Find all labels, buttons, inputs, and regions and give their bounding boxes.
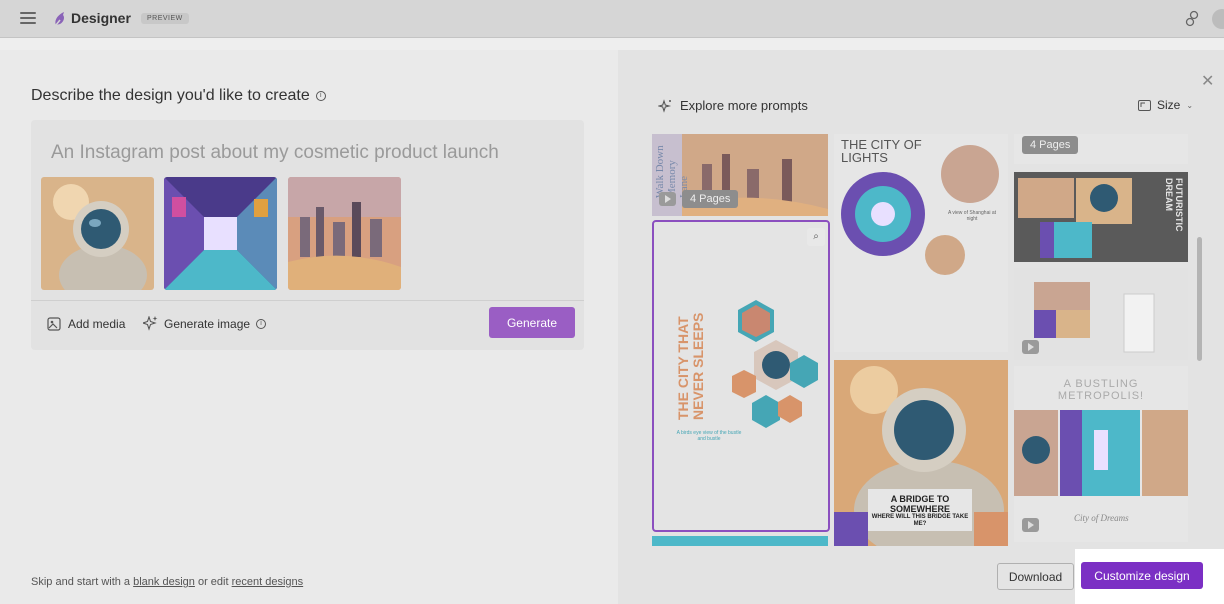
templates-panel: ✕ Explore more prompts Size ⌄ Walk Down … [618,50,1224,604]
customize-highlight: Customize design [1075,549,1224,604]
hexagon-collage-image [732,300,818,428]
template-card-city-of-lights[interactable]: THE CITY OF LIGHTS A view of Shanghai at… [834,134,1008,352]
blank-design-link[interactable]: blank design [133,576,195,588]
scrollbar-thumb[interactable] [1197,237,1202,361]
skip-middle: or edit [197,576,229,588]
size-dropdown[interactable]: Size ⌄ [1138,98,1193,112]
metropolis-collage-image [1014,410,1188,496]
pages-badge: 4 Pages [1022,136,1079,154]
prompt-input[interactable]: An Instagram post about my cosmetic prod… [51,142,499,164]
add-media-button[interactable]: Add media [47,316,125,331]
app-name: Designer [71,10,131,26]
template-card-bustling-metropolis[interactable]: A BUSTLING METROPOLIS! City of Dreams [1014,366,1188,542]
designer-logo-icon [55,12,64,26]
video-icon [1022,340,1039,354]
generate-image-label: Generate image [164,316,251,331]
template-card-pages[interactable]: 4 Pages [1014,134,1188,164]
astronaut-image [41,177,154,290]
image-thumbnail-neon-corridor[interactable] [164,177,277,290]
page-title: Describe the design you'd like to create… [31,87,326,105]
sparkle-icon [143,316,158,331]
city-of-lights-image [841,145,999,275]
bridge-title: A BRIDGE TO SOMEWHERE [889,494,950,514]
city-of-lights-caption: A view of Shanghai at night [947,210,997,222]
template-card-gallery-room[interactable] [1014,268,1188,360]
city-never-sleeps-caption: A birds eye view of the bustle and bustl… [676,430,742,442]
add-media-label: Add media [68,316,126,331]
image-thumbnail-astronaut[interactable] [41,177,154,290]
download-button[interactable]: Download [997,563,1074,590]
bridge-caption-box: A BRIDGE TO SOMEWHERE WHERE WILL THIS BR… [868,489,972,531]
template-card-partial[interactable] [652,536,828,546]
template-card-futuristic-dream[interactable]: FUTURISTIC DREAM [1014,172,1188,262]
info-icon[interactable]: i [315,90,326,101]
pages-badge: 4 Pages [682,190,739,208]
explore-prompts-header[interactable]: Explore more prompts [658,98,808,113]
bridge-subtitle: WHERE WILL THIS BRIDGE TAKE ME? [871,514,969,527]
template-card-memory-lane[interactable]: Walk Down Memory Lane 4 Pages [652,134,828,216]
generate-button[interactable]: Generate [489,307,575,338]
skip-prefix: Skip and start with a [31,576,131,588]
size-icon [1138,99,1151,111]
avatar[interactable] [1212,9,1224,29]
customize-design-button[interactable]: Customize design [1081,562,1203,589]
sparkle-icon [658,98,672,113]
futuristic-dream-title: FUTURISTIC DREAM [1164,178,1184,232]
memory-lane-title: Walk Down Memory Lane [654,145,690,198]
top-bar: Designer PREVIEW [0,0,1224,38]
template-grid: Walk Down Memory Lane 4 Pages ⌕ THE CITY… [652,134,1192,546]
city-skyline-image [288,177,401,290]
info-icon[interactable]: i [256,318,267,329]
template-card-city-never-sleeps[interactable]: ⌕ THE CITY THAT NEVER SLEEPS A birds eye… [652,220,830,532]
city-never-sleeps-title: THE CITY THAT NEVER SLEEPS [675,312,706,420]
chevron-down-icon: ⌄ [1186,100,1194,110]
gallery-room-image [1014,268,1188,360]
metropolis-title: A BUSTLING METROPOLIS! [1057,378,1145,402]
video-icon [659,192,676,206]
recent-designs-link[interactable]: recent designs [232,576,304,588]
size-label: Size [1157,98,1181,112]
prompt-box: An Instagram post about my cosmetic prod… [31,120,584,350]
preview-badge: PREVIEW [141,13,189,24]
generate-image-button[interactable]: Generate image i [143,316,267,331]
share-icon[interactable] [1184,10,1202,28]
skip-text: Skip and start with a blank design or ed… [31,576,303,588]
metropolis-caption: City of Dreams [1074,513,1129,523]
menu-icon[interactable] [20,12,36,24]
explore-prompts-label: Explore more prompts [680,98,808,113]
image-thumbnail-city-skyline[interactable] [288,177,401,290]
video-icon [1022,518,1039,532]
prompt-toolbar: Add media Generate image i Generate [31,300,584,350]
add-media-icon [47,317,61,331]
template-card-bridge[interactable]: A BRIDGE TO SOMEWHERE WHERE WILL THIS BR… [834,360,1008,546]
close-icon[interactable]: ✕ [1201,71,1214,91]
page-title-text: Describe the design you'd like to create [31,87,310,104]
prompt-panel: Describe the design you'd like to create… [0,50,618,604]
zoom-icon[interactable]: ⌕ [807,228,825,246]
neon-corridor-image [164,177,277,290]
